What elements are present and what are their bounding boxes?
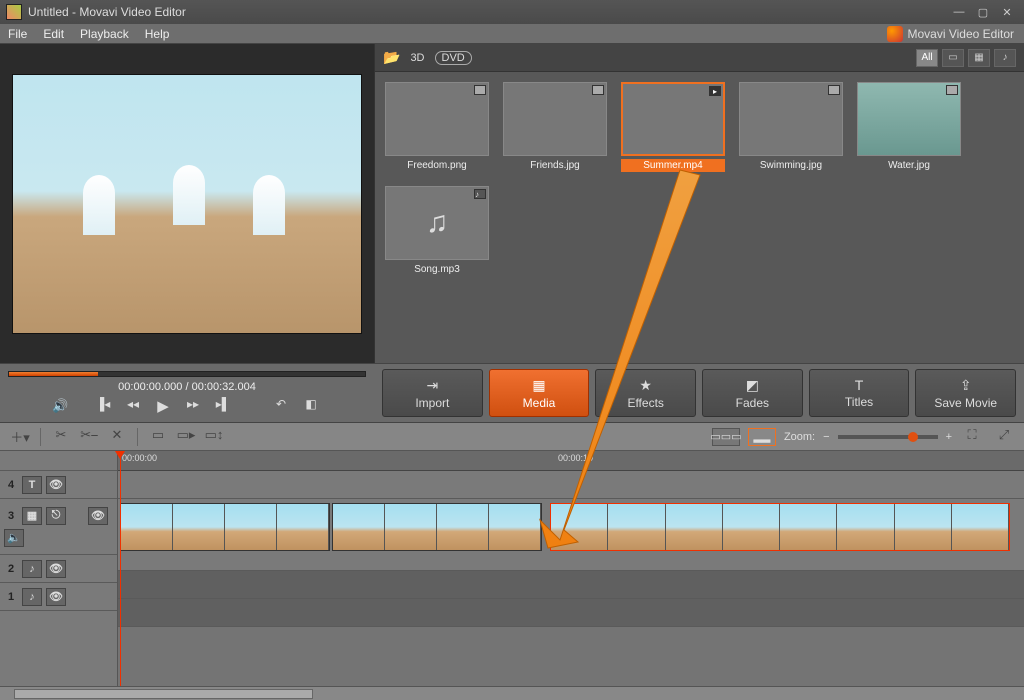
drag-arrow-overlay xyxy=(0,0,1024,700)
